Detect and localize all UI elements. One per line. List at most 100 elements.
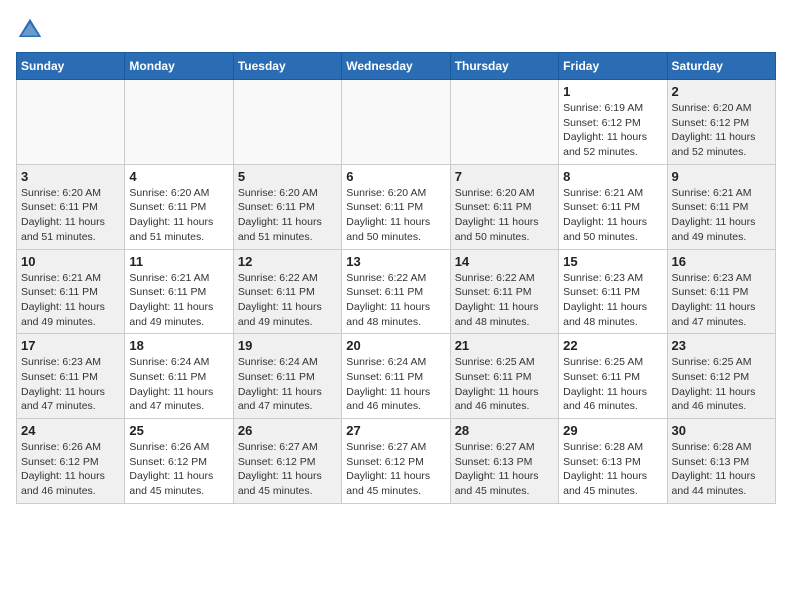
day-info: Sunrise: 6:22 AM Sunset: 6:11 PM Dayligh… xyxy=(455,271,554,330)
day-info: Sunrise: 6:22 AM Sunset: 6:11 PM Dayligh… xyxy=(238,271,337,330)
day-info: Sunrise: 6:28 AM Sunset: 6:13 PM Dayligh… xyxy=(672,440,771,499)
day-number: 23 xyxy=(672,338,771,353)
day-info: Sunrise: 6:21 AM Sunset: 6:11 PM Dayligh… xyxy=(563,186,662,245)
weekday-header-friday: Friday xyxy=(559,53,667,80)
calendar-cell: 1 Sunrise: 6:19 AM Sunset: 6:12 PM Daylig… xyxy=(559,80,667,165)
day-number: 17 xyxy=(21,338,120,353)
weekday-header-monday: Monday xyxy=(125,53,233,80)
day-number: 29 xyxy=(563,423,662,438)
calendar-cell: 24 Sunrise: 6:26 AM Sunset: 6:12 PM Dayli… xyxy=(17,419,125,504)
calendar-cell: 12 Sunrise: 6:22 AM Sunset: 6:11 PM Dayli… xyxy=(233,249,341,334)
day-number: 5 xyxy=(238,169,337,184)
day-number: 1 xyxy=(563,84,662,99)
day-number: 2 xyxy=(672,84,771,99)
day-info: Sunrise: 6:25 AM Sunset: 6:12 PM Dayligh… xyxy=(672,355,771,414)
day-info: Sunrise: 6:20 AM Sunset: 6:11 PM Dayligh… xyxy=(21,186,120,245)
week-row-2: 3 Sunrise: 6:20 AM Sunset: 6:11 PM Daylig… xyxy=(17,164,776,249)
day-info: Sunrise: 6:24 AM Sunset: 6:11 PM Dayligh… xyxy=(346,355,445,414)
calendar-cell: 9 Sunrise: 6:21 AM Sunset: 6:11 PM Daylig… xyxy=(667,164,775,249)
day-info: Sunrise: 6:24 AM Sunset: 6:11 PM Dayligh… xyxy=(129,355,228,414)
week-row-3: 10 Sunrise: 6:21 AM Sunset: 6:11 PM Dayli… xyxy=(17,249,776,334)
day-number: 12 xyxy=(238,254,337,269)
day-number: 10 xyxy=(21,254,120,269)
calendar-cell: 4 Sunrise: 6:20 AM Sunset: 6:11 PM Daylig… xyxy=(125,164,233,249)
day-info: Sunrise: 6:23 AM Sunset: 6:11 PM Dayligh… xyxy=(21,355,120,414)
calendar-cell: 13Sunrise: 6:22 AM Sunset: 6:11 PM Dayli… xyxy=(342,249,450,334)
logo-icon xyxy=(16,16,44,44)
day-number: 28 xyxy=(455,423,554,438)
calendar-cell: 28Sunrise: 6:27 AM Sunset: 6:13 PM Dayli… xyxy=(450,419,558,504)
day-number: 30 xyxy=(672,423,771,438)
calendar-cell: 7 Sunrise: 6:20 AM Sunset: 6:11 PM Daylig… xyxy=(450,164,558,249)
calendar-cell: 8Sunrise: 6:21 AM Sunset: 6:11 PM Daylig… xyxy=(559,164,667,249)
day-info: Sunrise: 6:20 AM Sunset: 6:11 PM Dayligh… xyxy=(238,186,337,245)
day-number: 3 xyxy=(21,169,120,184)
day-number: 22 xyxy=(563,338,662,353)
calendar-cell xyxy=(125,80,233,165)
calendar-cell xyxy=(450,80,558,165)
calendar-cell xyxy=(17,80,125,165)
day-number: 15 xyxy=(563,254,662,269)
day-number: 4 xyxy=(129,169,228,184)
day-number: 21 xyxy=(455,338,554,353)
calendar-cell: 21Sunrise: 6:25 AM Sunset: 6:11 PM Dayli… xyxy=(450,334,558,419)
calendar-cell: 25Sunrise: 6:26 AM Sunset: 6:12 PM Dayli… xyxy=(125,419,233,504)
day-info: Sunrise: 6:21 AM Sunset: 6:11 PM Dayligh… xyxy=(672,186,771,245)
day-number: 24 xyxy=(21,423,120,438)
weekday-header-thursday: Thursday xyxy=(450,53,558,80)
weekday-header-sunday: Sunday xyxy=(17,53,125,80)
day-info: Sunrise: 6:20 AM Sunset: 6:11 PM Dayligh… xyxy=(346,186,445,245)
day-number: 9 xyxy=(672,169,771,184)
week-row-1: 1 Sunrise: 6:19 AM Sunset: 6:12 PM Daylig… xyxy=(17,80,776,165)
calendar-cell: 20 Sunrise: 6:24 AM Sunset: 6:11 PM Dayli… xyxy=(342,334,450,419)
day-info: Sunrise: 6:23 AM Sunset: 6:11 PM Dayligh… xyxy=(563,271,662,330)
calendar-cell: 2 Sunrise: 6:20 AM Sunset: 6:12 PM Daylig… xyxy=(667,80,775,165)
calendar-cell: 26 Sunrise: 6:27 AM Sunset: 6:12 PM Dayli… xyxy=(233,419,341,504)
calendar-cell: 10Sunrise: 6:21 AM Sunset: 6:11 PM Dayli… xyxy=(17,249,125,334)
logo xyxy=(16,16,48,44)
calendar-cell: 23 Sunrise: 6:25 AM Sunset: 6:12 PM Dayli… xyxy=(667,334,775,419)
calendar-cell: 16 Sunrise: 6:23 AM Sunset: 6:11 PM Dayli… xyxy=(667,249,775,334)
day-number: 26 xyxy=(238,423,337,438)
day-number: 11 xyxy=(129,254,228,269)
weekday-header-saturday: Saturday xyxy=(667,53,775,80)
calendar-cell: 29 Sunrise: 6:28 AM Sunset: 6:13 PM Dayli… xyxy=(559,419,667,504)
day-info: Sunrise: 6:28 AM Sunset: 6:13 PM Dayligh… xyxy=(563,440,662,499)
weekday-header-tuesday: Tuesday xyxy=(233,53,341,80)
day-info: Sunrise: 6:20 AM Sunset: 6:12 PM Dayligh… xyxy=(672,101,771,160)
calendar-cell: 22 Sunrise: 6:25 AM Sunset: 6:11 PM Dayli… xyxy=(559,334,667,419)
day-number: 16 xyxy=(672,254,771,269)
page-header xyxy=(16,16,776,44)
weekday-header-wednesday: Wednesday xyxy=(342,53,450,80)
calendar-cell: 27 Sunrise: 6:27 AM Sunset: 6:12 PM Dayli… xyxy=(342,419,450,504)
calendar-cell: 11 Sunrise: 6:21 AM Sunset: 6:11 PM Dayli… xyxy=(125,249,233,334)
calendar-cell: 18Sunrise: 6:24 AM Sunset: 6:11 PM Dayli… xyxy=(125,334,233,419)
day-info: Sunrise: 6:26 AM Sunset: 6:12 PM Dayligh… xyxy=(21,440,120,499)
calendar-cell: 3 Sunrise: 6:20 AM Sunset: 6:11 PM Daylig… xyxy=(17,164,125,249)
calendar-cell xyxy=(342,80,450,165)
week-row-5: 24 Sunrise: 6:26 AM Sunset: 6:12 PM Dayli… xyxy=(17,419,776,504)
day-info: Sunrise: 6:21 AM Sunset: 6:11 PM Dayligh… xyxy=(129,271,228,330)
weekday-header-row: SundayMondayTuesdayWednesdayThursdayFrid… xyxy=(17,53,776,80)
day-number: 6 xyxy=(346,169,445,184)
calendar-cell: 17 Sunrise: 6:23 AM Sunset: 6:11 PM Dayli… xyxy=(17,334,125,419)
day-info: Sunrise: 6:19 AM Sunset: 6:12 PM Dayligh… xyxy=(563,101,662,160)
day-info: Sunrise: 6:25 AM Sunset: 6:11 PM Dayligh… xyxy=(563,355,662,414)
day-number: 20 xyxy=(346,338,445,353)
day-number: 13 xyxy=(346,254,445,269)
day-info: Sunrise: 6:20 AM Sunset: 6:11 PM Dayligh… xyxy=(129,186,228,245)
calendar: SundayMondayTuesdayWednesdayThursdayFrid… xyxy=(16,52,776,504)
day-info: Sunrise: 6:24 AM Sunset: 6:11 PM Dayligh… xyxy=(238,355,337,414)
day-info: Sunrise: 6:27 AM Sunset: 6:12 PM Dayligh… xyxy=(238,440,337,499)
calendar-cell: 6 Sunrise: 6:20 AM Sunset: 6:11 PM Daylig… xyxy=(342,164,450,249)
calendar-cell: 5 Sunrise: 6:20 AM Sunset: 6:11 PM Daylig… xyxy=(233,164,341,249)
day-info: Sunrise: 6:20 AM Sunset: 6:11 PM Dayligh… xyxy=(455,186,554,245)
week-row-4: 17 Sunrise: 6:23 AM Sunset: 6:11 PM Dayli… xyxy=(17,334,776,419)
day-info: Sunrise: 6:23 AM Sunset: 6:11 PM Dayligh… xyxy=(672,271,771,330)
day-info: Sunrise: 6:27 AM Sunset: 6:12 PM Dayligh… xyxy=(346,440,445,499)
calendar-cell: 19Sunrise: 6:24 AM Sunset: 6:11 PM Dayli… xyxy=(233,334,341,419)
day-number: 14 xyxy=(455,254,554,269)
day-number: 27 xyxy=(346,423,445,438)
day-number: 7 xyxy=(455,169,554,184)
day-info: Sunrise: 6:26 AM Sunset: 6:12 PM Dayligh… xyxy=(129,440,228,499)
